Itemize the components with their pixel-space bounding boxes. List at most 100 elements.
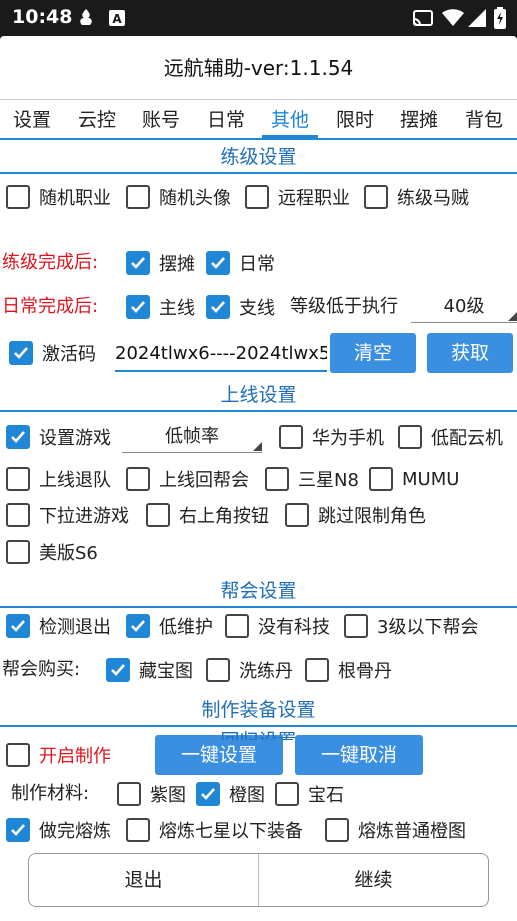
smelt-after-checkbox[interactable]: 做完熔炼 <box>6 815 111 842</box>
quit-team-checkbox[interactable]: 上线退队 <box>6 464 111 494</box>
svg-text:A: A <box>112 12 122 26</box>
smelt-below-7-checkbox[interactable]: 熔炼七星以下装备 <box>126 815 303 842</box>
checkbox-box <box>6 425 30 449</box>
dropdown-arrow-icon <box>508 312 517 321</box>
detect-quit-checkbox[interactable]: 检测退出 <box>6 611 111 641</box>
level-threshold-select[interactable]: 40级 <box>411 291 517 323</box>
purple-map-checkbox[interactable]: 紫图 <box>117 779 186 809</box>
checkbox-box <box>126 467 150 491</box>
wash-pill-checkbox[interactable]: 洗练丹 <box>206 655 293 685</box>
dropdown-arrow-icon <box>253 442 262 451</box>
checkbox-box <box>275 782 299 806</box>
huawei-phone-checkbox[interactable]: 华为手机 <box>279 422 384 452</box>
checkbox-box <box>9 341 33 365</box>
random-class-checkbox[interactable]: 随机职业 <box>6 182 111 212</box>
checkbox-label: 日常 <box>239 254 275 275</box>
checkbox-box <box>146 503 170 527</box>
wifi-icon <box>442 9 464 26</box>
checkbox-label: 3级以下帮会 <box>377 617 479 638</box>
checkbox-box <box>126 251 150 275</box>
enable-crafting-checkbox[interactable]: 开启制作 <box>6 740 111 770</box>
main-quest-checkbox[interactable]: 主线 <box>126 292 195 322</box>
low-maintenance-checkbox[interactable]: 低维护 <box>126 611 213 641</box>
checkbox-label: 熔炼普通橙图 <box>358 821 466 842</box>
no-tech-checkbox[interactable]: 没有科技 <box>225 611 330 641</box>
checkbox-label: 上线回帮会 <box>159 470 249 491</box>
checkbox-box <box>126 614 150 638</box>
checkbox-box <box>6 743 30 767</box>
checkbox-label: 三星N8 <box>298 470 359 491</box>
checkbox-label: 华为手机 <box>312 428 384 449</box>
checkbox-label: 随机职业 <box>39 188 111 209</box>
checkbox-label: 随机头像 <box>159 188 231 209</box>
exit-button[interactable]: 退出 <box>29 854 258 906</box>
checkbox-box <box>6 818 30 842</box>
checkbox-label: 摆摊 <box>159 254 195 275</box>
back-guild-checkbox[interactable]: 上线回帮会 <box>126 464 249 494</box>
checkbox-label: 激活码 <box>42 344 96 365</box>
footer-button-bar: 退出 继续 <box>28 853 489 907</box>
tab-cloud-control[interactable]: 云控 <box>67 100 127 138</box>
checkbox-label: 下拉进游戏 <box>39 506 129 527</box>
checkbox-label: 根骨丹 <box>338 661 392 682</box>
checkbox-label: 练级马贼 <box>397 188 469 209</box>
one-click-cancel-button[interactable]: 一键取消 <box>295 735 423 775</box>
smelt-orange-checkbox[interactable]: 熔炼普通橙图 <box>325 815 466 842</box>
checkbox-label: 藏宝图 <box>139 661 193 682</box>
treasure-map-checkbox[interactable]: 藏宝图 <box>106 655 193 685</box>
checkbox-label: 检测退出 <box>39 617 111 638</box>
tab-other[interactable]: 其他 <box>260 100 320 138</box>
random-avatar-checkbox[interactable]: 随机头像 <box>126 182 231 212</box>
checkbox-label: 橙图 <box>229 785 265 806</box>
low-cloud-checkbox[interactable]: 低配云机 <box>398 422 503 452</box>
checkbox-label: 主线 <box>159 298 195 319</box>
pull-enter-game-checkbox[interactable]: 下拉进游戏 <box>6 500 129 530</box>
clear-button[interactable]: 清空 <box>330 333 416 373</box>
one-click-setup-button[interactable]: 一键设置 <box>155 735 283 775</box>
root-pill-checkbox[interactable]: 根骨丹 <box>305 655 392 685</box>
checkbox-label: 远程职业 <box>278 188 350 209</box>
tab-account[interactable]: 账号 <box>131 100 191 138</box>
tab-settings[interactable]: 设置 <box>2 100 62 138</box>
samsung-n8-checkbox[interactable]: 三星N8 <box>265 464 359 494</box>
select-value: 40级 <box>443 296 485 317</box>
get-code-button[interactable]: 获取 <box>427 333 513 373</box>
checkbox-label: 右上角按钮 <box>179 506 269 527</box>
after-level-label: 练级完成后: <box>2 252 99 273</box>
checkbox-label: 紫图 <box>150 785 186 806</box>
checkbox-box <box>106 658 130 682</box>
side-quest-checkbox[interactable]: 支线 <box>206 292 275 322</box>
ranged-class-checkbox[interactable]: 远程职业 <box>245 182 350 212</box>
tab-daily[interactable]: 日常 <box>196 100 256 138</box>
checkbox-box <box>265 467 289 491</box>
skip-limited-role-checkbox[interactable]: 跳过限制角色 <box>285 500 426 530</box>
top-right-button-checkbox[interactable]: 右上角按钮 <box>146 500 269 530</box>
tab-stall[interactable]: 摆摊 <box>389 100 449 138</box>
checkbox-label: 低维护 <box>159 617 213 638</box>
fps-select[interactable]: 低帧率 <box>122 421 262 453</box>
below-level3-guild-checkbox[interactable]: 3级以下帮会 <box>344 611 478 641</box>
status-bar: 10:48 A <box>0 0 517 36</box>
orange-map-checkbox[interactable]: 橙图 <box>196 779 265 809</box>
gem-checkbox[interactable]: 宝石 <box>275 779 344 809</box>
after-level-stall-checkbox[interactable]: 摆摊 <box>126 248 195 278</box>
continue-button[interactable]: 继续 <box>258 854 488 906</box>
checkbox-box <box>6 540 30 564</box>
checkbox-box <box>126 818 150 842</box>
checkbox-box <box>398 425 422 449</box>
mumu-checkbox[interactable]: MUMU <box>369 464 459 494</box>
activation-code-input[interactable]: 2024tlwx6----2024tlwx5 <box>115 336 327 372</box>
checkbox-box <box>325 818 349 842</box>
checkbox-box <box>279 425 303 449</box>
app-notification-icon <box>80 9 92 25</box>
guild-buy-label: 帮会购买: <box>2 659 81 680</box>
us-s6-checkbox[interactable]: 美版S6 <box>6 537 98 567</box>
activation-code-checkbox[interactable]: 激活码 <box>9 338 96 368</box>
level-bandit-checkbox[interactable]: 练级马贼 <box>364 182 469 212</box>
set-game-checkbox[interactable]: 设置游戏 <box>6 422 111 452</box>
tab-limited[interactable]: 限时 <box>325 100 385 138</box>
checkbox-box <box>117 782 141 806</box>
checkbox-label: 美版S6 <box>39 543 98 564</box>
after-level-daily-checkbox[interactable]: 日常 <box>206 248 275 278</box>
tab-bag[interactable]: 背包 <box>454 100 514 138</box>
